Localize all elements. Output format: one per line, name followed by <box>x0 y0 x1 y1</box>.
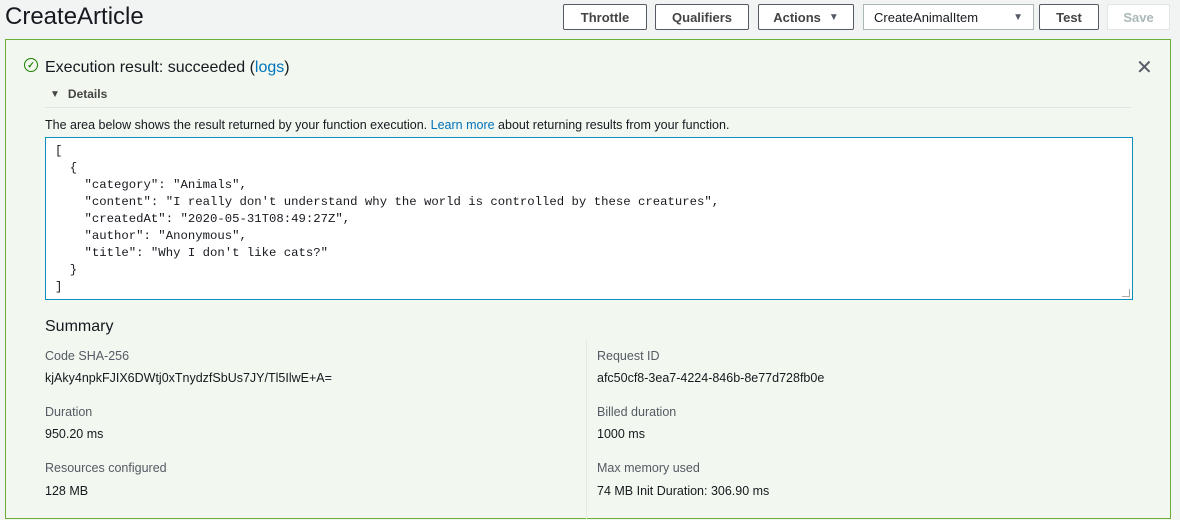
column-divider <box>586 340 587 520</box>
resources-value: 128 MB <box>45 484 89 498</box>
desc-text: The area below shows the result returned… <box>45 118 431 132</box>
execution-status: Execution result: succeeded (logs) <box>45 59 290 77</box>
result-output-textarea[interactable]: [ { "category": "Animals", "content": "I… <box>45 137 1133 300</box>
test-button[interactable]: Test <box>1039 4 1099 30</box>
duration-value: 950.20 ms <box>45 427 104 441</box>
resize-handle[interactable] <box>1122 289 1130 297</box>
request-id-value: afc50cf8-3ea7-4224-846b-8e77d728fb0e <box>597 371 825 385</box>
caret-down-icon: ▼ <box>828 11 839 23</box>
status-suffix: ) <box>284 59 290 76</box>
actions-button[interactable]: Actions ▼ <box>758 4 854 30</box>
learn-more-link[interactable]: Learn more <box>431 118 495 132</box>
resources-label: Resources configured <box>45 461 167 475</box>
desc-text-after: about returning results from your functi… <box>494 118 730 132</box>
status-text: Execution result: succeeded ( <box>45 59 255 76</box>
summary-heading: Summary <box>45 318 114 335</box>
billed-duration-value: 1000 ms <box>597 427 645 441</box>
max-memory-label: Max memory used <box>597 461 700 475</box>
billed-duration-label: Billed duration <box>597 405 677 419</box>
result-description: The area below shows the result returned… <box>45 118 729 132</box>
details-label: Details <box>67 87 108 101</box>
request-id-label: Request ID <box>597 349 660 363</box>
divider <box>45 107 1131 108</box>
success-check-icon: ✓ <box>24 58 38 72</box>
duration-label: Duration <box>45 405 93 419</box>
save-button[interactable]: Save <box>1107 4 1170 30</box>
sha-value: kjAky4npkFJIX6DWtj0xTnydzfSbUs7JY/Tl5Ilw… <box>45 371 332 385</box>
caret-down-icon: ▼ <box>1013 11 1023 23</box>
page-title: CreateArticle <box>5 3 144 30</box>
sha-label: Code SHA-256 <box>45 349 130 363</box>
test-event-value: CreateAnimalItem <box>874 9 979 25</box>
actions-label: Actions <box>773 9 821 25</box>
execution-result-panel: ✓ Execution result: succeeded (logs) ✕ ▼… <box>5 39 1171 520</box>
details-toggle[interactable]: ▼ Details <box>50 87 107 101</box>
caret-down-icon: ▼ <box>50 88 60 100</box>
logs-link[interactable]: logs <box>255 59 284 76</box>
qualifiers-button[interactable]: Qualifiers <box>655 4 749 30</box>
close-icon[interactable]: ✕ <box>1136 55 1153 80</box>
throttle-button[interactable]: Throttle <box>563 4 647 30</box>
result-output-text: [ { "category": "Animals", "content": "I… <box>55 144 720 294</box>
max-memory-value: 74 MB Init Duration: 306.90 ms <box>597 484 770 498</box>
test-event-select[interactable]: CreateAnimalItem ▼ <box>863 4 1034 30</box>
